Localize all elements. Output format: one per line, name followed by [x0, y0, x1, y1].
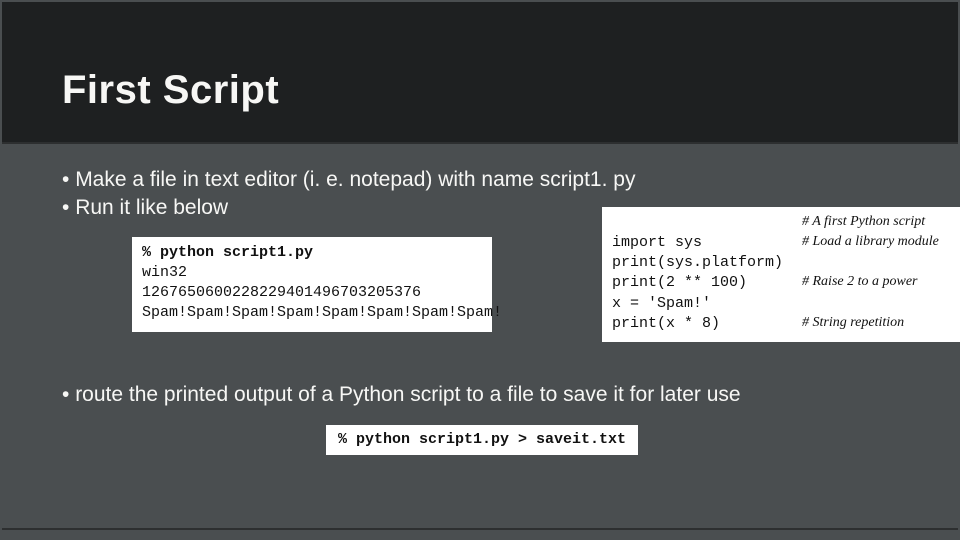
- bullet-list-bottom: route the printed output of a Python scr…: [62, 381, 902, 409]
- bottom-divider: [2, 528, 958, 530]
- code-comment: # String repetition: [802, 314, 960, 333]
- script-line: # A first Python script: [612, 213, 960, 233]
- script-line: print(sys.platform): [612, 253, 960, 273]
- script-line: print(2 ** 100)# Raise 2 to a power: [612, 273, 960, 293]
- code-text: print(sys.platform): [612, 253, 802, 273]
- code-comment: # A first Python script: [802, 213, 960, 232]
- slide: First Script Make a file in text editor …: [0, 0, 960, 540]
- bullet-item: route the printed output of a Python scr…: [62, 381, 902, 409]
- terminal-cmd: % python script1.py: [142, 243, 482, 263]
- title-band: First Script: [2, 2, 958, 144]
- script-line: print(x * 8)# String repetition: [612, 314, 960, 334]
- terminal-output-line: win32: [142, 263, 482, 283]
- terminal-output-box: % python script1.py win32 12676506002282…: [132, 237, 492, 332]
- code-text: import sys: [612, 233, 802, 253]
- script-line: import sys# Load a library module: [612, 233, 960, 253]
- slide-title: First Script: [62, 68, 279, 113]
- code-comment: # Load a library module: [802, 233, 960, 252]
- code-text: print(x * 8): [612, 314, 802, 334]
- slide-content: Make a file in text editor (i. e. notepa…: [62, 166, 902, 455]
- bullet-item: Make a file in text editor (i. e. notepa…: [62, 166, 902, 194]
- code-comment: # Raise 2 to a power: [802, 273, 960, 292]
- terminal-output-line: 1267650600228229401496703205376: [142, 283, 482, 303]
- code-snippets-row: % python script1.py win32 12676506002282…: [62, 237, 902, 367]
- terminal-route-cmd: % python script1.py > saveit.txt: [326, 425, 638, 455]
- route-command-wrap: % python script1.py > saveit.txt: [62, 423, 902, 455]
- code-text: print(2 ** 100): [612, 273, 802, 293]
- terminal-output-line: Spam!Spam!Spam!Spam!Spam!Spam!Spam!Spam!: [142, 303, 482, 323]
- script-line: x = 'Spam!': [612, 294, 960, 314]
- code-text: x = 'Spam!': [612, 294, 802, 314]
- script-source-box: # A first Python script import sys# Load…: [602, 207, 960, 343]
